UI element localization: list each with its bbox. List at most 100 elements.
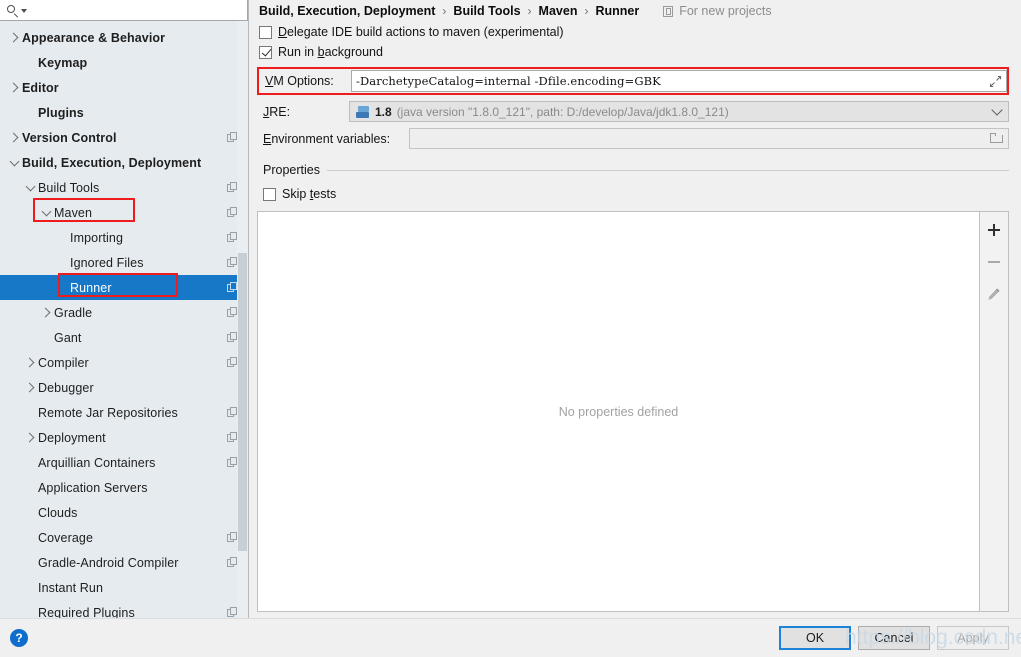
sidebar-item-label: Compiler xyxy=(38,355,89,370)
pencil-icon xyxy=(985,285,1003,303)
sidebar-item-label: Required Plugins xyxy=(38,605,135,619)
run-in-background-label: Run in background xyxy=(278,45,383,59)
sidebar-item-ignored-files[interactable]: Ignored Files xyxy=(0,250,248,275)
breadcrumb-separator: › xyxy=(584,4,589,18)
run-in-background-checkbox-row[interactable]: Run in background xyxy=(257,42,1009,62)
sidebar-scrollbar[interactable] xyxy=(237,21,248,618)
jre-row: JRE: 1.8 (java version "1.8.0_121", path… xyxy=(257,101,1009,122)
sidebar-item-label: Gradle xyxy=(54,305,93,320)
sidebar-item-remote-jar-repositories[interactable]: Remote Jar Repositories xyxy=(0,400,248,425)
sidebar-scrollbar-thumb[interactable] xyxy=(238,253,247,551)
chevron-right-icon[interactable] xyxy=(6,132,22,143)
sidebar-item-label: Runner xyxy=(70,280,112,295)
sidebar-item-label: Arquillian Containers xyxy=(38,455,156,470)
section-divider xyxy=(326,169,1009,171)
delegate-build-checkbox-row[interactable]: Delegate IDE build actions to maven (exp… xyxy=(257,22,1009,42)
sidebar-item-editor[interactable]: Editor xyxy=(0,75,248,100)
sidebar-item-debugger[interactable]: Debugger xyxy=(0,375,248,400)
properties-section-label: Properties xyxy=(263,163,320,177)
chevron-right-icon[interactable] xyxy=(22,357,38,368)
sidebar-item-label: Build Tools xyxy=(38,180,100,195)
sidebar-item-label: Plugins xyxy=(38,105,84,120)
chevron-down-icon[interactable] xyxy=(6,156,22,168)
chevron-right-icon[interactable] xyxy=(22,382,38,393)
sidebar-item-required-plugins[interactable]: Required Plugins xyxy=(0,600,248,618)
skip-tests-checkbox[interactable] xyxy=(263,187,276,201)
dialog-body: Appearance & Behavior Keymap Editor Plugins… xyxy=(0,0,1021,618)
chevron-right-icon[interactable] xyxy=(6,32,22,43)
chevron-down-icon[interactable] xyxy=(22,181,38,193)
sidebar-item-label: Clouds xyxy=(38,505,78,520)
delegate-build-label-rest: elegate IDE build actions to maven (expe… xyxy=(287,25,564,39)
chevron-right-icon[interactable] xyxy=(38,307,54,318)
delegate-build-checkbox[interactable] xyxy=(259,25,272,39)
folder-icon[interactable] xyxy=(990,133,1004,144)
sidebar-item-arquillian-containers[interactable]: Arquillian Containers xyxy=(0,450,248,475)
sidebar-item-appearance-behavior[interactable]: Appearance & Behavior xyxy=(0,25,248,50)
sidebar-item-plugins[interactable]: Plugins xyxy=(0,100,248,125)
jre-version: 1.8 xyxy=(375,104,392,119)
vm-options-input[interactable]: -DarchetypeCatalog=internal -Dfile.encod… xyxy=(351,70,1007,92)
help-icon[interactable]: ? xyxy=(10,629,28,647)
chevron-right-icon[interactable] xyxy=(6,82,22,93)
expand-icon[interactable] xyxy=(989,75,1002,88)
sidebar-item-deployment[interactable]: Deployment xyxy=(0,425,248,450)
chevron-down-icon[interactable] xyxy=(991,104,1003,116)
skip-tests-checkbox-row[interactable]: Skip tests xyxy=(257,184,1009,204)
chevron-down-icon[interactable] xyxy=(38,206,54,218)
environment-variables-input[interactable] xyxy=(409,128,1009,149)
vm-options-row-highlight: VM Options: -DarchetypeCatalog=internal … xyxy=(257,67,1009,95)
sidebar-item-label: Gradle-Android Compiler xyxy=(38,555,179,570)
settings-tree[interactable]: Appearance & Behavior Keymap Editor Plugins… xyxy=(0,21,248,618)
settings-content: Build, Execution, Deployment › Build Tools… xyxy=(249,0,1021,618)
sidebar-item-instant-run[interactable]: Instant Run xyxy=(0,575,248,600)
chevron-right-icon[interactable] xyxy=(22,432,38,443)
breadcrumb-crumb: Runner xyxy=(595,4,640,18)
environment-variables-label: Environment variables: xyxy=(263,131,391,146)
sidebar-item-maven[interactable]: Maven xyxy=(0,200,248,225)
sidebar-item-label: Ignored Files xyxy=(70,255,144,270)
sidebar-item-gant[interactable]: Gant xyxy=(0,325,248,350)
sidebar-item-label: Appearance & Behavior xyxy=(22,30,166,45)
sidebar-item-label: Deployment xyxy=(38,430,106,445)
sidebar-item-label: Editor xyxy=(22,80,59,95)
search-box[interactable] xyxy=(0,0,248,21)
properties-section-header: Properties xyxy=(257,163,1009,177)
apply-button[interactable]: Apply xyxy=(937,626,1009,650)
jre-combobox[interactable]: 1.8 (java version "1.8.0_121", path: D:/… xyxy=(349,101,1009,122)
sidebar-item-application-servers[interactable]: Application Servers xyxy=(0,475,248,500)
search-icon xyxy=(7,4,20,18)
sidebar-item-label: Instant Run xyxy=(38,580,104,595)
environment-variables-row: Environment variables: xyxy=(257,128,1009,149)
properties-list[interactable]: No properties defined xyxy=(257,211,980,612)
vm-options-label: VM Options: xyxy=(265,74,334,88)
cancel-button[interactable]: Cancel xyxy=(858,626,930,650)
jre-description: (java version "1.8.0_121", path: D:/deve… xyxy=(396,104,729,119)
run-in-background-checkbox[interactable] xyxy=(259,45,272,59)
sidebar-item-keymap[interactable]: Keymap xyxy=(0,50,248,75)
ok-button[interactable]: OK xyxy=(779,626,851,650)
plus-icon[interactable] xyxy=(985,221,1003,239)
sidebar-item-build-execution-deployment[interactable]: Build, Execution, Deployment xyxy=(0,150,248,175)
copy-settings-icon xyxy=(663,5,674,17)
sidebar-item-clouds[interactable]: Clouds xyxy=(0,500,248,525)
sidebar-item-gradle-android-compiler[interactable]: Gradle-Android Compiler xyxy=(0,550,248,575)
jre-label: JRE: xyxy=(263,104,291,119)
sidebar-item-build-tools[interactable]: Build Tools xyxy=(0,175,248,200)
settings-sidebar: Appearance & Behavior Keymap Editor Plugins… xyxy=(0,0,249,618)
sidebar-item-gradle[interactable]: Gradle xyxy=(0,300,248,325)
sidebar-item-version-control[interactable]: Version Control xyxy=(0,125,248,150)
sidebar-item-compiler[interactable]: Compiler xyxy=(0,350,248,375)
sidebar-item-importing[interactable]: Importing xyxy=(0,225,248,250)
dialog-buttons: OK Cancel Apply xyxy=(779,626,1009,650)
sidebar-item-coverage[interactable]: Coverage xyxy=(0,525,248,550)
dialog-footer: ? OK Cancel Apply xyxy=(0,618,1021,657)
sidebar-item-runner[interactable]: Runner xyxy=(0,275,248,300)
jdk-icon xyxy=(356,105,370,118)
for-new-projects[interactable]: For new projects xyxy=(663,4,772,18)
no-properties-text: No properties defined xyxy=(558,404,679,419)
breadcrumb-separator: › xyxy=(442,4,447,18)
breadcrumb-crumb: Maven xyxy=(538,4,578,18)
minus-icon xyxy=(985,253,1003,271)
search-input[interactable] xyxy=(27,2,247,18)
